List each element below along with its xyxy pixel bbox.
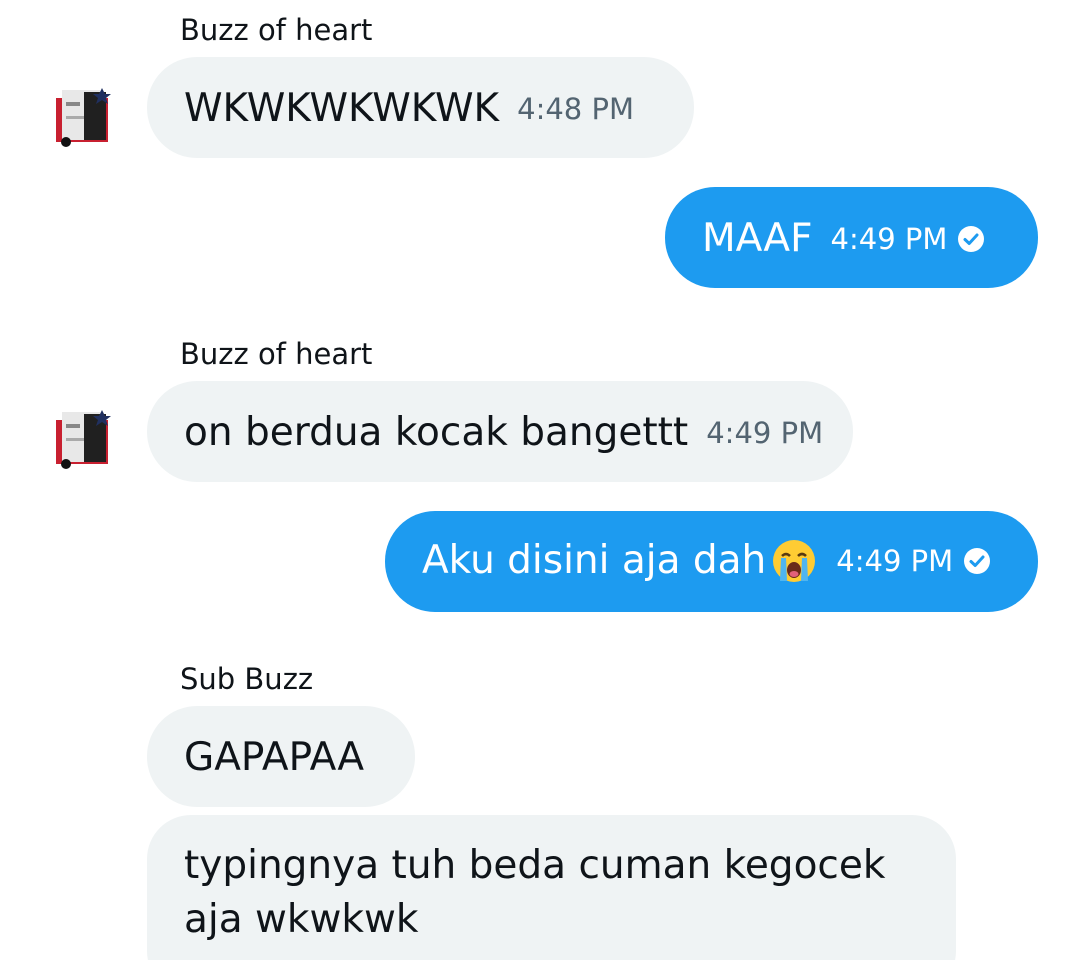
- check-circle-icon: [963, 547, 991, 575]
- avatar[interactable]: [54, 408, 114, 470]
- conversation-thread: Buzz of heart WKWKWKWKWK 4:48 PM MAAF 4:49…: [0, 0, 1080, 960]
- message-timestamp: 4:48 PM: [517, 92, 634, 126]
- message-bubble-outgoing[interactable]: MAAF 4:49 PM: [665, 187, 1038, 288]
- sender-name: Sub Buzz: [180, 662, 314, 696]
- message-text: Aku disini aja dah: [422, 538, 767, 583]
- message-text: MAAF: [702, 216, 813, 261]
- message-timestamp: 4:49 PM: [836, 544, 954, 578]
- sender-name: Buzz of heart: [180, 13, 373, 47]
- sender-name: Buzz of heart: [180, 337, 373, 371]
- message-text: GAPAPAA: [184, 735, 365, 780]
- message-bubble-outgoing[interactable]: Aku disini aja dah 4:49 PM: [385, 511, 1038, 612]
- message-text: WKWKWKWKWK: [184, 86, 500, 131]
- message-timestamp: 4:49 PM: [830, 222, 948, 256]
- message-text: on berdua kocak bangettt: [184, 410, 689, 455]
- message-bubble-incoming[interactable]: typingnya tuh beda cuman kegocek aja wkw…: [147, 815, 956, 960]
- message-text-line: aja wkwkwk: [184, 897, 419, 942]
- message-bubble-incoming[interactable]: GAPAPAA: [147, 706, 415, 807]
- check-circle-icon: [957, 225, 985, 253]
- loudly-crying-face-emoji: [770, 537, 818, 585]
- message-bubble-incoming[interactable]: on berdua kocak bangettt 4:49 PM: [147, 381, 853, 482]
- message-bubble-incoming[interactable]: WKWKWKWKWK 4:48 PM: [147, 57, 694, 158]
- message-text-line: typingnya tuh beda cuman kegocek: [184, 843, 886, 888]
- avatar[interactable]: [54, 86, 114, 148]
- message-timestamp: 4:49 PM: [706, 416, 824, 450]
